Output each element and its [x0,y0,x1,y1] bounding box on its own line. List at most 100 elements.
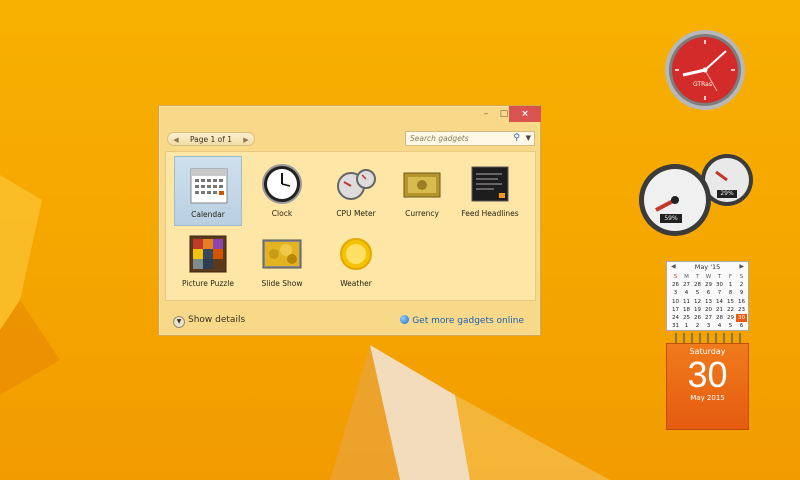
weekday: S [673,274,678,280]
day-cell[interactable]: 21 [714,306,725,314]
day-cell[interactable]: 14 [714,298,725,306]
day-cell[interactable]: 12 [692,298,703,306]
calendar-icon [190,168,228,204]
day-cell[interactable]: 9 [736,289,747,297]
cpu-meter-gadget[interactable]: 59% 29% [638,150,754,238]
close-button[interactable]: × [509,106,541,122]
weekday-row: SMTWTFS [670,273,747,281]
day-cell[interactable]: 1 [725,281,736,289]
day-cell[interactable]: 11 [681,298,692,306]
day-cell[interactable]: 4 [681,289,692,297]
memory-percent: 29% [720,190,734,197]
title-bar: – □ × [159,106,541,128]
day-cell[interactable]: 13 [703,298,714,306]
day-cell[interactable]: 28 [714,314,725,322]
clock-brand: GTRas [693,81,712,88]
gadget-currency[interactable]: Currency [388,156,456,226]
gadget-label: Picture Puzzle [182,279,234,288]
day-cell[interactable]: 6 [703,289,714,297]
day-cell[interactable]: 16 [736,298,747,306]
day-cell[interactable]: 27 [681,281,692,289]
day-cell[interactable]: 2 [692,322,703,330]
month-label: May '15 [694,263,721,271]
gadget-label: Slide Show [261,279,303,288]
gadget-cpu-meter[interactable]: CPU Meter [322,156,390,226]
day-cell[interactable]: 4 [714,322,725,330]
get-more-gadgets-link[interactable]: Get more gadgets online [400,315,524,326]
day-cell[interactable]: 19 [692,306,703,314]
day-cell[interactable]: 17 [670,306,681,314]
month-year: May 2015 [690,394,725,402]
gadget-clock[interactable]: Clock [248,156,316,226]
next-page-icon[interactable]: ▶ [240,133,252,147]
day-cell[interactable]: 27 [703,314,714,322]
gadget-picture-puzzle[interactable]: Picture Puzzle [174,226,242,296]
day-cell[interactable]: 3 [670,289,681,297]
show-details-label: Show details [188,315,246,325]
day-cell[interactable]: 25 [681,314,692,322]
week-row: 3456789 [670,289,747,297]
search-input[interactable]: Search gadgets ⚲ ▼ [405,131,535,146]
gadgets-window: – □ × ◀ Page 1 of 1 ▶ Search gadgets ⚲ ▼ [158,105,541,336]
day-cell[interactable]: 22 [725,306,736,314]
weekday: S [739,274,744,280]
day-cell[interactable]: 31 [670,322,681,330]
next-month-icon[interactable]: ▶ [739,262,744,272]
day-cell[interactable]: 20 [703,306,714,314]
cpu-percent: 59% [664,215,678,222]
day-cell[interactable]: 29 [703,281,714,289]
day-cell[interactable]: 8 [725,289,736,297]
day-cell[interactable]: 10 [670,298,681,306]
month-header: ◀ May '15 ▶ [667,262,748,272]
day-cell[interactable]: 2 [736,281,747,289]
day-cell[interactable]: 26 [670,281,681,289]
gadget-label: Calendar [191,210,225,219]
day-cell[interactable]: 30 [736,313,747,323]
weekday: T [717,274,722,280]
day-cell[interactable]: 1 [681,322,692,330]
day-cell[interactable]: 28 [692,281,703,289]
chevron-down-icon: ▼ [173,316,185,328]
gadget-gallery: Calendar Clock CPU Meter Currency Feed H… [165,151,536,301]
day-cell[interactable]: 24 [670,314,681,322]
gadget-label: CPU Meter [336,209,376,218]
day-cell[interactable]: 30 [714,281,725,289]
previous-month-icon[interactable]: ◀ [671,262,676,272]
day-view: Saturday 30 May 2015 [666,343,749,430]
show-details-button[interactable]: ▼ Show details [173,315,245,328]
week-row: 10 11 12 13 14 15 16 [670,298,747,306]
window-footer: ▼ Show details Get more gadgets online [159,306,540,336]
picture-puzzle-icon [189,235,227,273]
day-cell[interactable]: 5 [692,289,703,297]
gadget-label: Weather [340,279,372,288]
day-cell[interactable]: 5 [725,322,736,330]
day-cell[interactable]: 26 [692,314,703,322]
page-navigator: ◀ Page 1 of 1 ▶ [167,132,255,146]
week-row: 24 25 26 27 28 29 30 [670,313,747,323]
day-cell[interactable]: 15 [725,298,736,306]
month-view: ◀ May '15 ▶ SMTWTFS 26 27 28 29 30 1 2 3456789… [666,261,749,331]
weekday: W [705,274,712,280]
feed-headlines-icon [471,166,509,202]
clock-gadget[interactable]: GTRas [664,29,746,111]
day-cell[interactable]: 23 [736,306,747,314]
day-cell[interactable]: 3 [703,322,714,330]
chevron-down-icon[interactable]: ▼ [526,132,531,145]
weather-icon [340,238,372,270]
weekday: F [728,274,733,280]
gadget-calendar[interactable]: Calendar [174,156,242,226]
calendar-gadget[interactable]: ◀ May '15 ▶ SMTWTFS 26 27 28 29 30 1 2 3456789… [666,261,749,430]
gadget-weather[interactable]: Weather [322,226,390,296]
cpu-meter-icon [337,169,376,200]
day-cell[interactable]: 29 [725,314,736,322]
weekday: M [684,274,689,280]
previous-page-icon[interactable]: ◀ [170,133,182,147]
day-cell[interactable]: 18 [681,306,692,314]
search-icon[interactable]: ⚲ [513,132,520,145]
day-cell[interactable]: 7 [714,289,725,297]
clock-icon [262,164,302,204]
gadget-slide-show[interactable]: Slide Show [248,226,316,296]
day-cell[interactable]: 6 [736,322,747,330]
gadget-feed-headlines[interactable]: Feed Headlines [456,156,524,226]
globe-icon [400,315,410,324]
